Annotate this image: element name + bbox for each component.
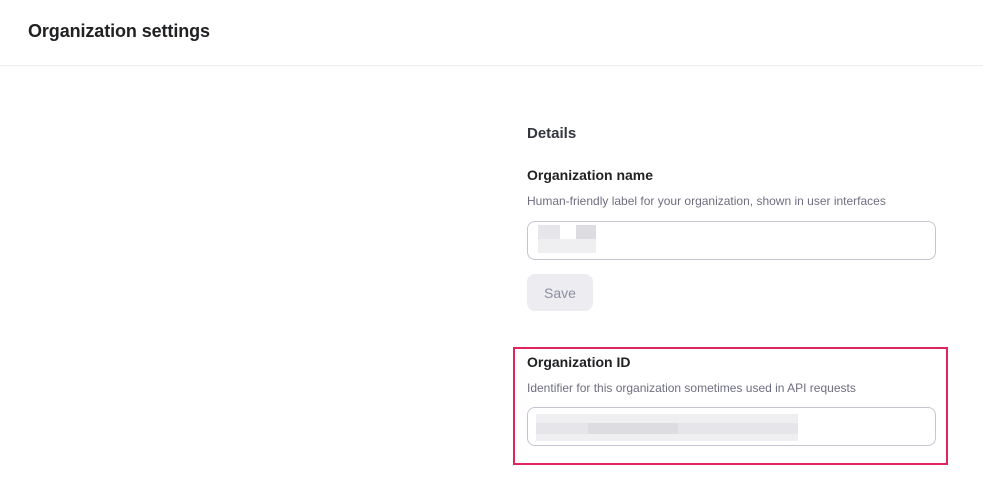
org-name-help-text: Human-friendly label for your organizati… (527, 194, 886, 208)
redacted-value (538, 225, 560, 239)
redacted-value (588, 423, 678, 434)
save-button[interactable]: Save (527, 274, 593, 311)
redacted-value (536, 434, 798, 441)
redacted-value (536, 414, 798, 423)
details-section-title: Details (527, 125, 577, 142)
redacted-value (538, 239, 596, 253)
redacted-value (576, 225, 596, 239)
settings-page: Organization settings Details Organizati… (0, 0, 983, 488)
org-id-help-text: Identifier for this organization sometim… (527, 381, 856, 395)
org-id-input[interactable] (527, 407, 936, 446)
page-title: Organization settings (28, 21, 210, 41)
org-name-input[interactable] (527, 221, 936, 260)
org-id-label: Organization ID (527, 354, 631, 370)
page-header: Organization settings (0, 0, 983, 66)
org-name-label: Organization name (527, 167, 654, 183)
